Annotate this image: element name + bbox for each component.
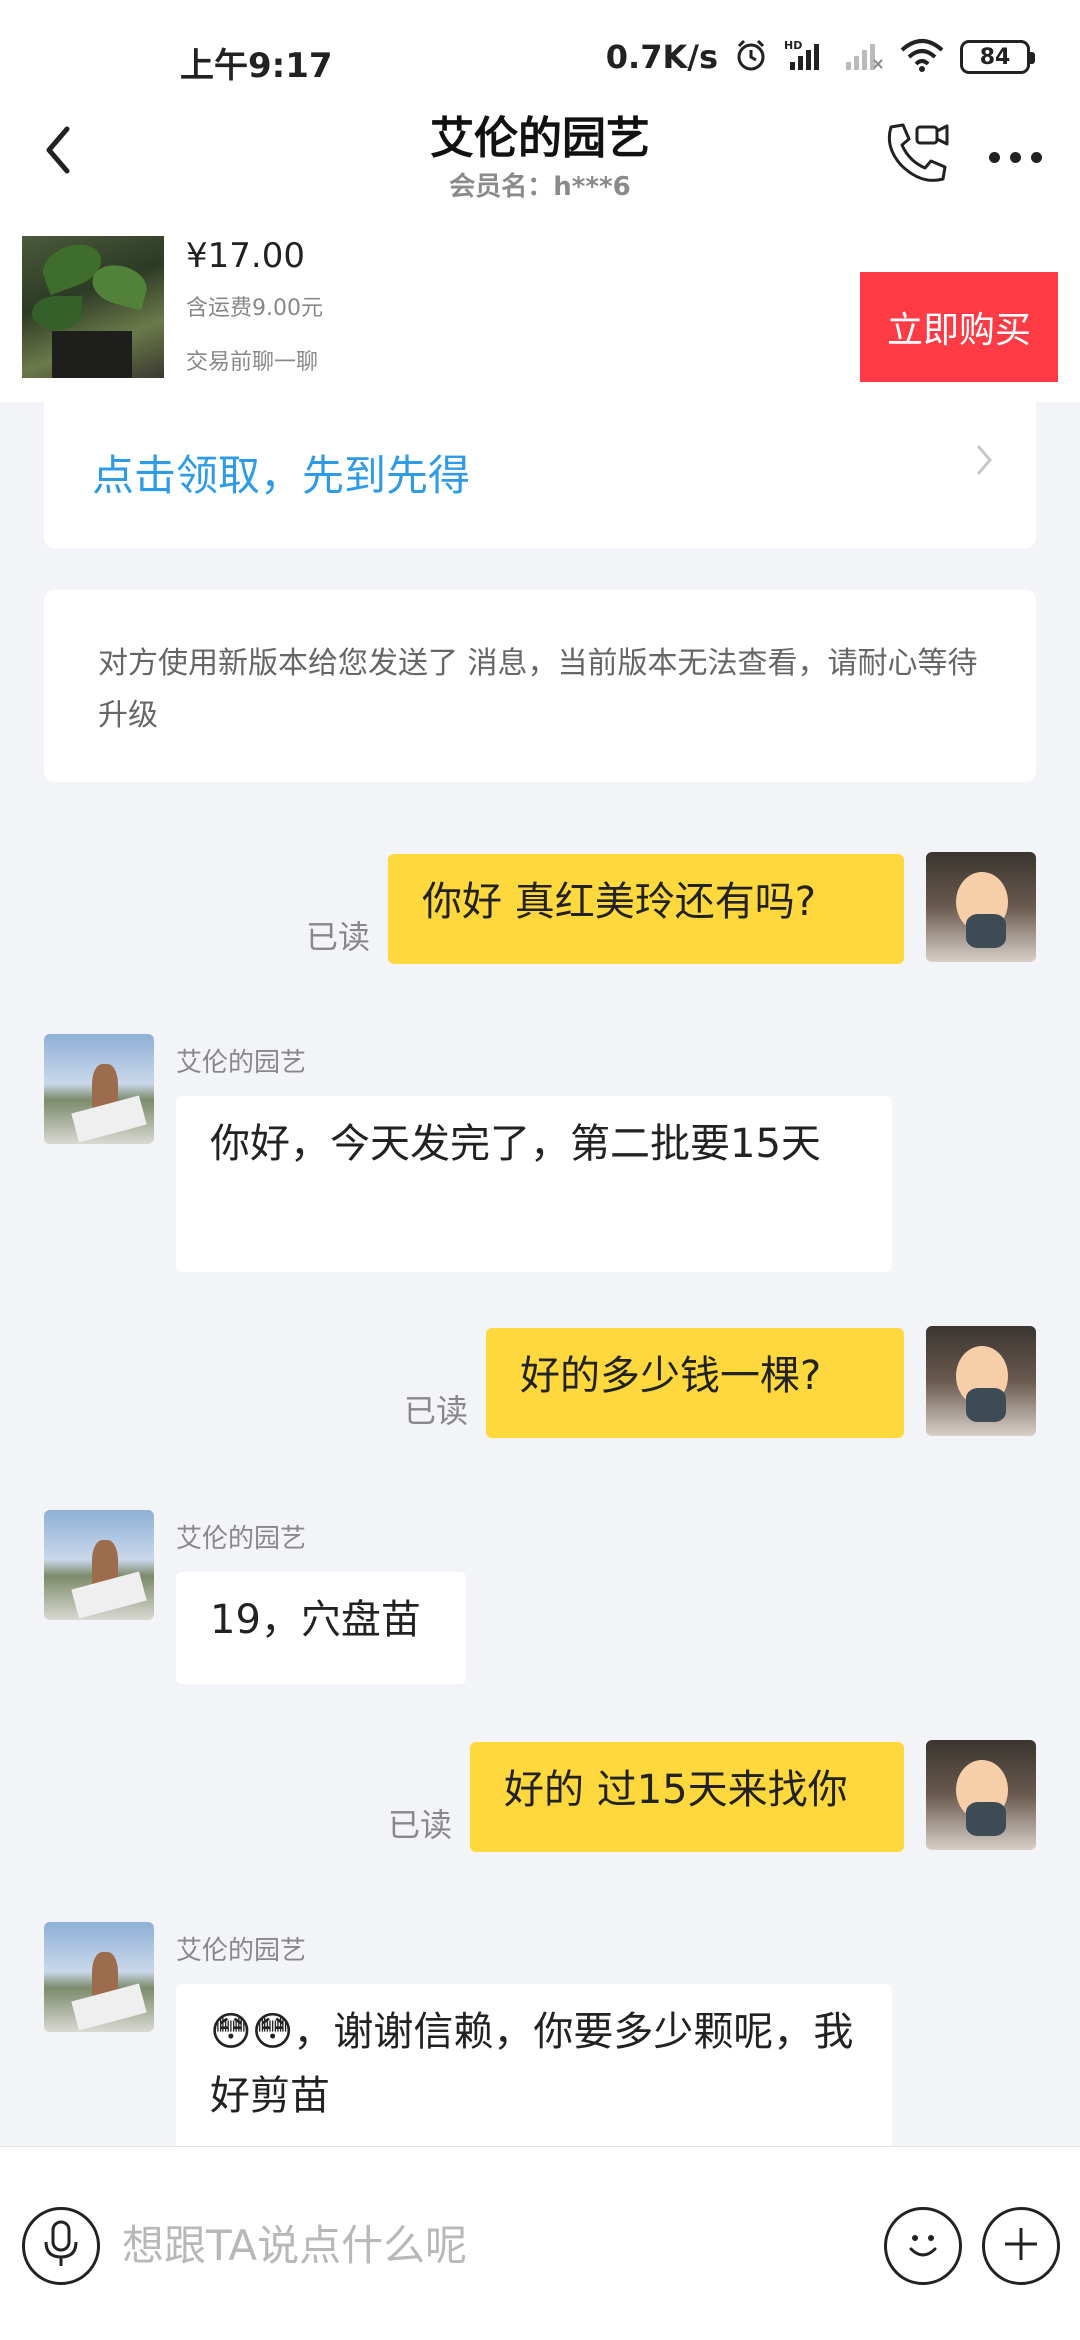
status-icons: 0.7K/s HD 84 (605, 38, 1035, 76)
outgoing-message-bubble[interactable]: 好的 过15天来找你 (470, 1742, 904, 1852)
seller-avatar[interactable] (44, 1510, 154, 1620)
sender-name: 艾伦的园艺 (176, 1524, 307, 1554)
message-input[interactable] (120, 2205, 860, 2285)
product-thumbnail[interactable] (22, 236, 164, 378)
seller-avatar[interactable] (44, 1922, 154, 2032)
emoji-icon (898, 2219, 948, 2273)
chevron-right-icon (974, 442, 994, 482)
alarm-icon (734, 38, 768, 76)
microphone-icon (41, 2219, 81, 2273)
read-status: 已读 (404, 1392, 469, 1430)
buy-now-button[interactable]: 立即购买 (860, 272, 1058, 382)
more-icon-dot (988, 151, 1000, 163)
sender-name: 艾伦的园艺 (176, 1936, 307, 1966)
seller-avatar[interactable] (44, 1034, 154, 1144)
more-icon-dot (1030, 151, 1042, 163)
incoming-message-bubble[interactable]: 你好，今天发完了，第二批要15天 (176, 1096, 892, 1272)
incoming-message-bubble[interactable]: 😳😳，谢谢信赖，你要多少颗呢，我好剪苗 (176, 1984, 892, 2146)
signal-icon (844, 38, 884, 76)
more-icon-dot (1009, 151, 1021, 163)
product-chat-hint: 交易前聊一聊 (186, 350, 319, 375)
hd-signal-icon: HD (784, 38, 828, 76)
read-status: 已读 (306, 918, 371, 956)
coupon-link[interactable]: 点击领取，先到先得 (92, 442, 470, 503)
my-avatar[interactable] (926, 1740, 1036, 1850)
network-speed: 0.7K/s (605, 38, 718, 76)
incoming-message-bubble[interactable]: 19，穴盘苗 (176, 1572, 466, 1684)
voice-button[interactable] (22, 2207, 100, 2285)
more-button[interactable] (980, 132, 1050, 182)
product-price: ¥17.00 (186, 236, 305, 276)
product-bar: ¥17.00 含运费9.00元 交易前聊一聊 立即购买 (0, 220, 1080, 402)
plus-icon (999, 2222, 1043, 2270)
status-bar: 上午9:17 0.7K/s HD 84 (0, 0, 1080, 92)
message-input-bar (0, 2146, 1080, 2340)
sender-name: 艾伦的园艺 (176, 1048, 307, 1078)
product-shipping: 含运费9.00元 (186, 296, 323, 321)
emoji-button[interactable] (884, 2207, 962, 2285)
system-notice: 对方使用新版本给您发送了 消息，当前版本无法查看，请耐心等待升级 (44, 590, 1036, 782)
my-avatar[interactable] (926, 852, 1036, 962)
battery-icon: 84 (960, 40, 1035, 74)
wifi-icon (900, 38, 944, 76)
video-call-button[interactable] (876, 116, 956, 196)
outgoing-message-bubble[interactable]: 你好 真红美玲还有吗? (388, 854, 904, 964)
more-actions-button[interactable] (982, 2207, 1060, 2285)
read-status: 已读 (388, 1806, 453, 1844)
coupon-card[interactable]: 点击领取，先到先得 (44, 402, 1036, 548)
my-avatar[interactable] (926, 1326, 1036, 1436)
status-time: 上午9:17 (180, 46, 333, 86)
chat-message-list[interactable]: 点击领取，先到先得 对方使用新版本给您发送了 消息，当前版本无法查看，请耐心等待… (0, 402, 1080, 2146)
svg-text:HD: HD (784, 39, 802, 52)
outgoing-message-bubble[interactable]: 好的多少钱一棵? (486, 1328, 904, 1438)
video-call-icon (881, 119, 951, 193)
chat-header: 艾伦的园艺 会员名：h***6 (0, 92, 1080, 220)
